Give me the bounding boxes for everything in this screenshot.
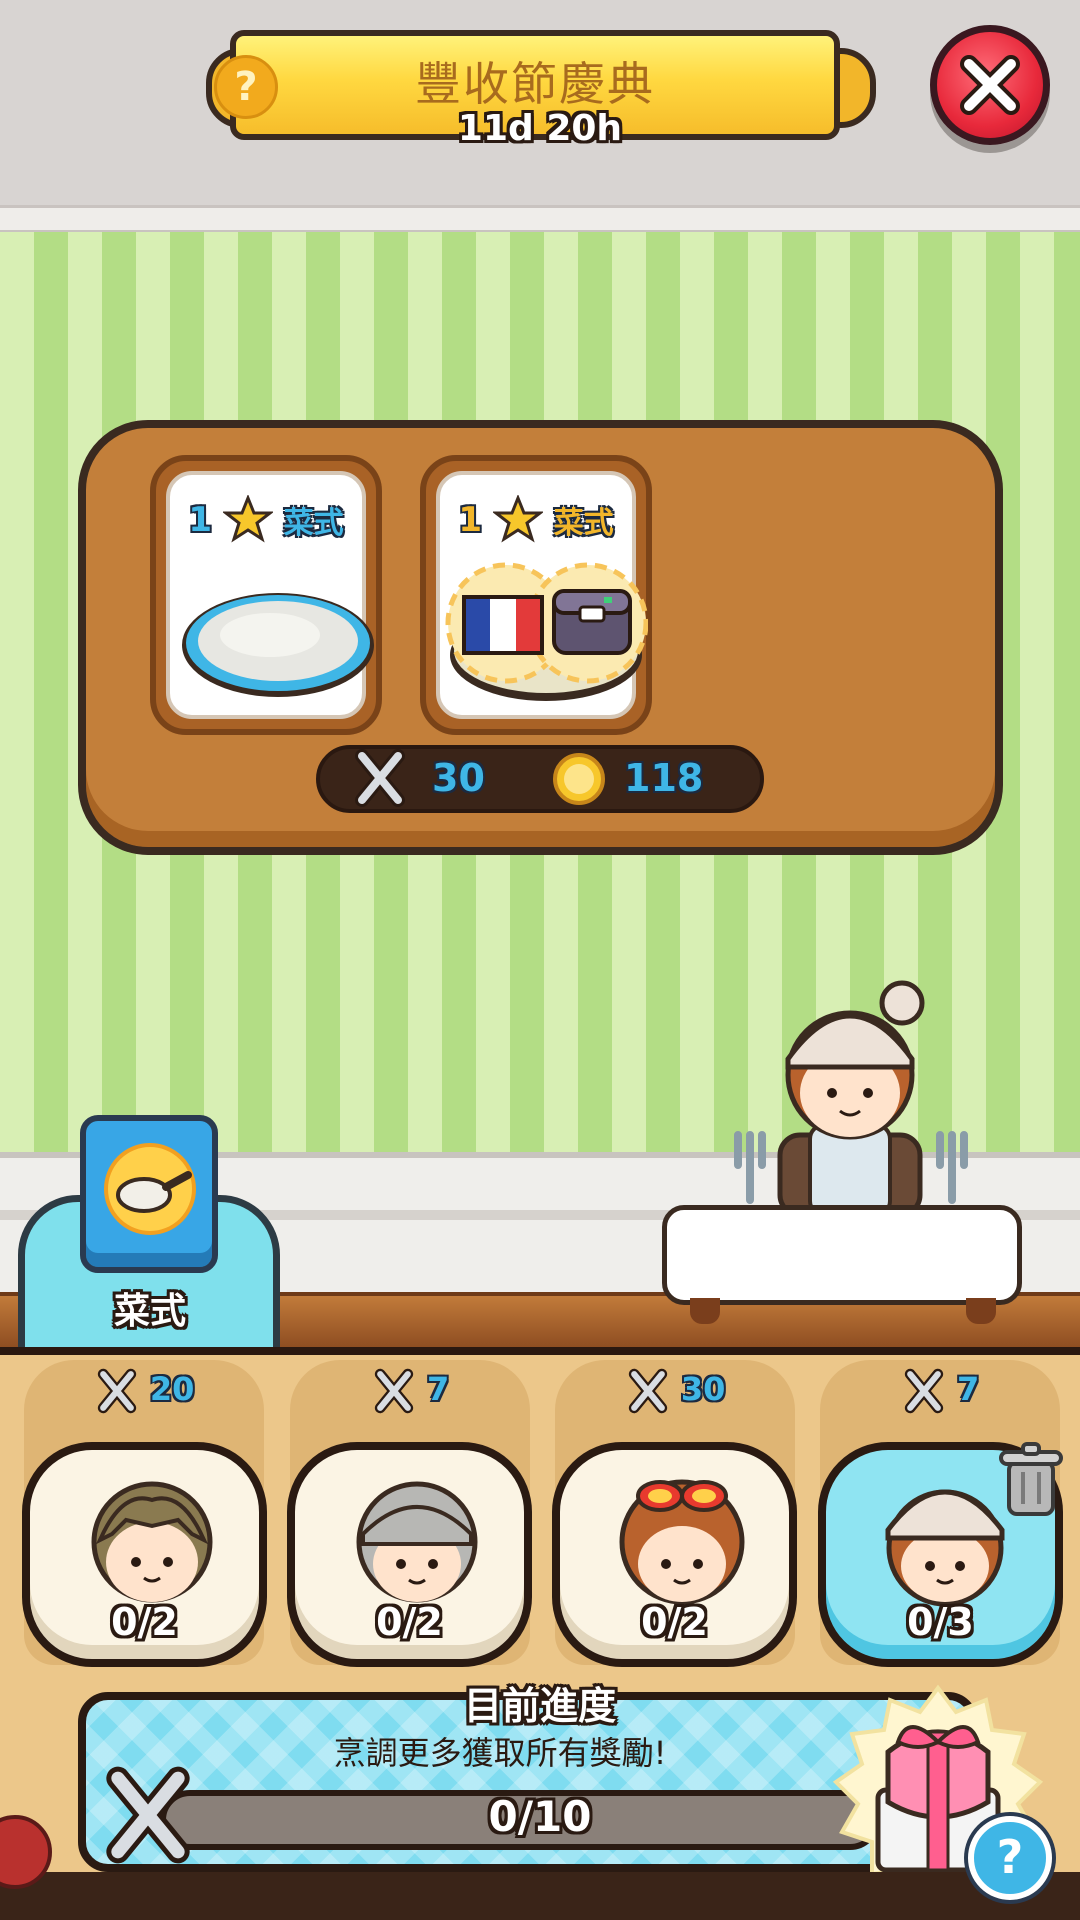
frying-pan-icon [104, 1143, 196, 1235]
bottom-strip [0, 1872, 1080, 1920]
dish-label: 菜式 [553, 506, 614, 541]
customer-progress: 0/2 [376, 1600, 443, 1644]
customer-avatar [356, 1481, 478, 1603]
lunchbox-icon [552, 589, 632, 655]
customer-progress: 0/2 [641, 1600, 708, 1644]
table-leg [966, 1298, 996, 1324]
cutlery-icon [374, 1368, 413, 1414]
customer-points: 20 [24, 1368, 264, 1414]
recipe-book-label: 菜式 [113, 1291, 186, 1332]
dish-points-value: 30 [432, 756, 485, 800]
dish-star-count: 1 [458, 500, 483, 540]
blue-plate-icon [182, 593, 374, 697]
dish-card-face: 1 菜式 [166, 471, 374, 719]
customer-progress: 0/2 [111, 1600, 178, 1644]
customer-points-value: 30 [680, 1370, 726, 1408]
cutlery-icon [355, 749, 405, 807]
close-button[interactable] [930, 25, 1050, 145]
cutlery-icon [97, 1368, 136, 1414]
dish-card-french-lunchbox[interactable]: 1 菜式 [420, 455, 652, 735]
trash-icon[interactable] [995, 1440, 1067, 1520]
star-icon [222, 495, 273, 543]
table-leg [690, 1298, 720, 1324]
coin-icon [553, 753, 605, 805]
french-lunchbox-icon [445, 562, 648, 701]
dish-label: 菜式 [283, 506, 344, 541]
cutlery-icon [106, 1766, 190, 1864]
customer-character[interactable] [730, 975, 970, 1215]
customer-points: 7 [290, 1368, 530, 1414]
event-title: 豐收節慶典 [415, 57, 655, 111]
dish-card-header: 1 菜式 [170, 495, 362, 545]
cutlery-icon [628, 1368, 667, 1414]
france-flag-icon [462, 595, 544, 655]
progress-subtext: 烹調更多獲取所有獎勵! [333, 1734, 667, 1772]
dish-card-face: 1 菜式 [436, 471, 648, 719]
customer-avatar [91, 1481, 213, 1603]
customer-points-value: 7 [956, 1370, 980, 1408]
star-icon [492, 495, 543, 543]
customer-points: 30 [555, 1368, 795, 1414]
wall-rail [0, 205, 1080, 233]
progress-heading: 目前進度 [463, 1684, 616, 1728]
help-button[interactable]: ? [968, 1816, 1052, 1900]
dish-card-header: 1 菜式 [440, 495, 632, 545]
recipe-book-button[interactable] [80, 1115, 218, 1273]
close-icon [960, 55, 1020, 115]
customer-points-value: 20 [149, 1370, 195, 1408]
customer-avatar [619, 1479, 745, 1605]
dining-table [662, 1205, 1022, 1305]
event-timer: 11d 20h [457, 108, 623, 149]
dish-star-count: 1 [188, 500, 213, 540]
progress-count: 0/10 [488, 1792, 592, 1841]
cutlery-icon [904, 1368, 943, 1414]
customer-points-value: 7 [426, 1370, 450, 1408]
customer-progress: 0/3 [907, 1600, 974, 1644]
customer-points: 7 [820, 1368, 1060, 1414]
dish-card-empty-plate[interactable]: 1 菜式 [150, 455, 382, 735]
dish-coins-value: 118 [624, 756, 704, 800]
